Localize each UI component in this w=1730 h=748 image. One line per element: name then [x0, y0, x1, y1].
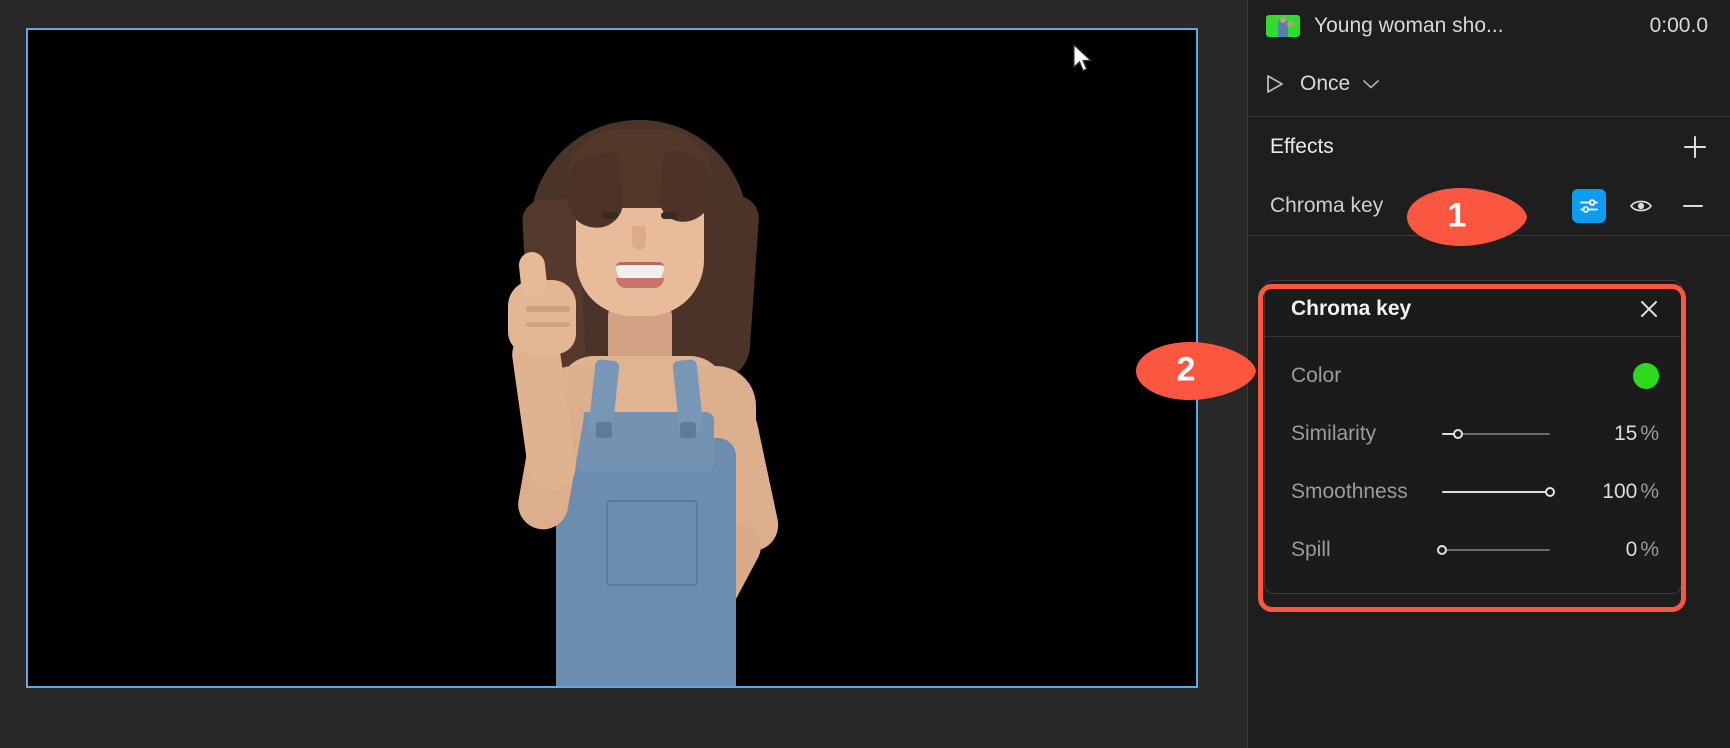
slider-fill	[1442, 491, 1550, 493]
smoothness-slider[interactable]	[1442, 484, 1555, 500]
inspector-panel: Young woman sho... 0:00.0 Once Effects C…	[1247, 0, 1730, 748]
overalls-pocket	[606, 500, 698, 586]
eye-right	[661, 212, 678, 219]
spill-slider[interactable]	[1437, 542, 1550, 558]
property-slider-wrap	[1419, 426, 1573, 442]
effects-header: Effects	[1248, 117, 1730, 177]
effect-name: Chroma key	[1270, 194, 1384, 217]
property-label: Spill	[1291, 538, 1331, 561]
subject-person	[320, 30, 940, 686]
knuckle-line-2	[526, 322, 570, 327]
play-icon[interactable]	[1266, 74, 1284, 94]
property-value: 100%	[1573, 480, 1659, 504]
overalls-buckle-left	[596, 422, 612, 438]
video-preview-frame[interactable]	[26, 28, 1198, 688]
property-label: Smoothness	[1291, 480, 1408, 503]
property-slider-wrap	[1419, 484, 1573, 500]
popover-body: Color Similarity 15 % Smoothness 100 % S…	[1265, 337, 1681, 593]
property-value-number: 0	[1625, 538, 1638, 561]
property-row-similarity[interactable]: Similarity 15%	[1265, 405, 1681, 463]
property-label: Similarity	[1291, 422, 1377, 445]
slider-track	[1442, 549, 1550, 551]
color-swatch[interactable]	[1633, 363, 1659, 389]
chevron-down-icon[interactable]	[1362, 78, 1380, 90]
property-value-number: 100	[1602, 480, 1638, 503]
property-value-unit: %	[1640, 480, 1659, 503]
overalls-buckle-right	[680, 422, 696, 438]
knuckle-line-1	[526, 306, 570, 312]
property-row-spill[interactable]: Spill 0%	[1265, 521, 1681, 579]
playback-mode-label: Once	[1300, 72, 1351, 95]
preview-area	[0, 0, 1247, 748]
property-value-number: 15	[1613, 422, 1638, 445]
clip-timecode: 0:00.0	[1649, 14, 1708, 37]
chroma-key-settings-button[interactable]	[1572, 189, 1606, 223]
add-effect-button[interactable]	[1680, 132, 1710, 162]
minus-icon	[1683, 205, 1703, 207]
playback-mode-row[interactable]: Once	[1248, 52, 1730, 116]
slider-knob[interactable]	[1437, 545, 1447, 555]
chroma-key-popover: Chroma key Color Similarity 15 % Smoothn…	[1264, 280, 1682, 594]
close-icon[interactable]	[1633, 293, 1665, 325]
eye-icon	[1629, 200, 1653, 212]
effect-visibility-button[interactable]	[1624, 189, 1658, 223]
popover-header: Chroma key	[1265, 281, 1681, 337]
slider-knob[interactable]	[1453, 429, 1464, 439]
chroma-key-popover-wrap: Chroma key Color Similarity 15 % Smoothn…	[1248, 268, 1730, 598]
effects-title: Effects	[1270, 135, 1334, 158]
property-row-color[interactable]: Color	[1265, 347, 1681, 405]
property-value-unit: %	[1640, 422, 1659, 445]
divider-effects	[1248, 235, 1730, 236]
popover-title: Chroma key	[1291, 296, 1412, 320]
property-value-unit: %	[1640, 538, 1659, 561]
app-window: Young woman sho... 0:00.0 Once Effects C…	[0, 0, 1730, 748]
property-slider-wrap	[1419, 542, 1573, 558]
property-row-smoothness[interactable]: Smoothness 100%	[1265, 463, 1681, 521]
property-value: 0%	[1573, 538, 1659, 562]
effect-row-chroma-key[interactable]: Chroma key	[1248, 177, 1730, 235]
slider-knob[interactable]	[1545, 487, 1555, 497]
eye-left	[601, 212, 618, 219]
nose	[632, 226, 646, 250]
property-value: 15%	[1573, 422, 1659, 446]
property-label: Color	[1291, 364, 1342, 387]
clip-title: Young woman sho...	[1314, 14, 1504, 37]
remove-effect-button[interactable]	[1676, 189, 1710, 223]
similarity-slider[interactable]	[1442, 426, 1550, 442]
clip-header-row[interactable]: Young woman sho... 0:00.0	[1248, 0, 1730, 52]
clip-thumbnail-icon	[1266, 15, 1300, 37]
lower-lip	[616, 278, 664, 288]
sliders-icon	[1580, 199, 1598, 213]
video-canvas[interactable]	[28, 30, 1196, 686]
